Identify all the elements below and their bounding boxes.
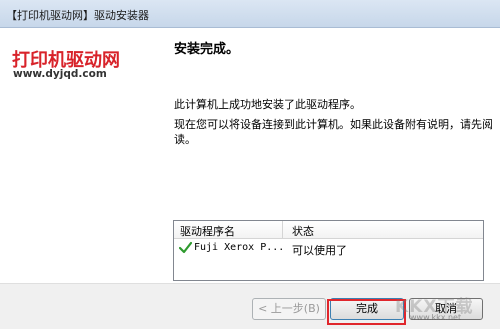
- driver-name: Fuji Xerox P...: [194, 242, 285, 253]
- column-header-driver-name[interactable]: 驱动程序名: [180, 223, 235, 239]
- list-header: 驱动程序名 状态: [174, 221, 483, 239]
- column-divider[interactable]: [282, 221, 283, 238]
- logo-url: www.dyjqd.com: [13, 68, 107, 80]
- column-header-status[interactable]: 状态: [292, 223, 314, 239]
- wizard-content: 安装完成。 此计算机上成功地安装了此驱动程序。 现在您可以将设备连接到此计算机。…: [160, 28, 500, 283]
- instruction-message: 现在您可以将设备连接到此计算机。如果此设备附有说明，请先阅读。: [174, 118, 493, 146]
- page-title: 安装完成。: [174, 42, 240, 57]
- title-bar: 【打印机驱动网】驱动安装器: [0, 0, 500, 28]
- back-button[interactable]: < 上一步(B): [252, 298, 326, 320]
- window-title: 【打印机驱动网】驱动安装器: [6, 9, 149, 22]
- driver-status: 可以使用了: [292, 244, 347, 257]
- driver-list[interactable]: 驱动程序名 状态 Fuji Xerox P... 可以使用了: [173, 220, 484, 281]
- list-item[interactable]: Fuji Xerox P... 可以使用了: [174, 239, 483, 257]
- check-icon: [179, 241, 192, 254]
- left-banner: 打印机驱动网 www.dyjqd.com: [0, 28, 160, 283]
- watermark-url: www.kkx.net: [410, 313, 462, 322]
- finish-button[interactable]: 完成: [330, 298, 404, 320]
- success-message: 此计算机上成功地安装了此驱动程序。: [174, 98, 361, 111]
